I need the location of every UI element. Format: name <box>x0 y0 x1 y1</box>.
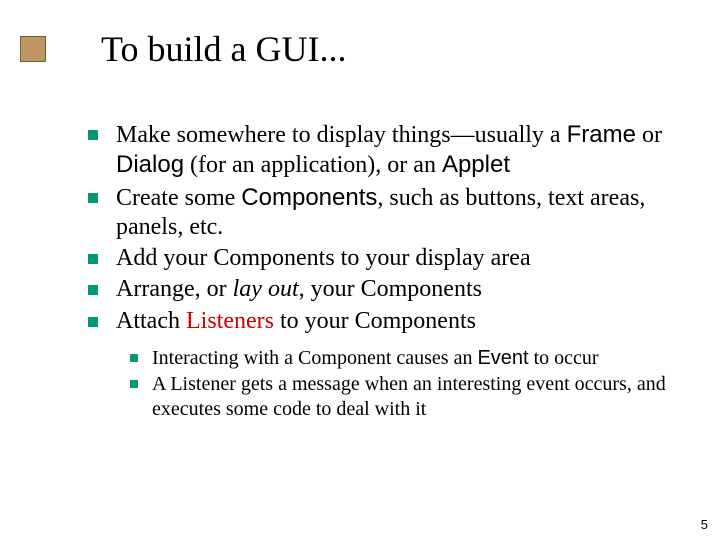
list-item-text: Make somewhere to display things—usually… <box>116 120 690 181</box>
text-run: Make somewhere to display things—usually… <box>116 122 567 148</box>
list-item: Add your Components to your display area <box>88 244 690 273</box>
sub-list: Interacting with a Component causes an E… <box>130 346 690 421</box>
square-bullet-icon <box>88 317 98 327</box>
page-number: 5 <box>701 517 708 532</box>
slide: To build a GUI... Make somewhere to disp… <box>0 0 720 540</box>
list-item: Interacting with a Component causes an E… <box>130 346 690 370</box>
text-run-code: Event <box>477 347 528 369</box>
list-item: A Listener gets a message when an intere… <box>130 372 690 421</box>
slide-body: Make somewhere to display things—usually… <box>88 120 690 423</box>
text-run-italic: lay out <box>233 276 299 302</box>
text-run: to occur <box>529 347 599 369</box>
text-run: Attach <box>116 308 186 334</box>
square-bullet-icon <box>130 380 138 388</box>
text-run: to your Components <box>274 308 476 334</box>
square-bullet-icon <box>88 193 98 203</box>
list-item-text: Interacting with a Component causes an E… <box>152 346 690 370</box>
list-item: Arrange, or lay out, your Components <box>88 275 690 304</box>
text-run: Arrange, or <box>116 276 233 302</box>
text-run-code: Dialog <box>116 151 184 178</box>
text-run: , your Components <box>299 276 482 302</box>
list-item: Attach Listeners to your Components <box>88 307 690 336</box>
title-row: To build a GUI... <box>0 28 346 70</box>
accent-square-icon <box>20 36 46 62</box>
square-bullet-icon <box>88 254 98 264</box>
text-run: A Listener gets a message when an intere… <box>152 373 666 419</box>
text-run-code: Applet <box>442 151 510 178</box>
list-item-text: Create some Components, such as buttons,… <box>116 183 690 243</box>
text-run: Create some <box>116 185 241 211</box>
square-bullet-icon <box>130 354 138 362</box>
list-item-text: Arrange, or lay out, your Components <box>116 275 690 304</box>
square-bullet-icon <box>88 130 98 140</box>
list-item-text: Attach Listeners to your Components <box>116 307 690 336</box>
square-bullet-icon <box>88 285 98 295</box>
list-item: Create some Components, such as buttons,… <box>88 183 690 243</box>
list-item: Make somewhere to display things—usually… <box>88 120 690 181</box>
text-run-code: Components <box>241 184 377 211</box>
list-item-text: Add your Components to your display area <box>116 244 690 273</box>
text-run: (for an application), or an <box>184 152 442 178</box>
text-run: or <box>636 122 662 148</box>
text-run-red: Listeners <box>186 308 274 334</box>
text-run: Interacting with a Component causes an <box>152 347 477 369</box>
slide-title: To build a GUI... <box>101 28 346 70</box>
text-run: Add your Components to your display area <box>116 245 531 271</box>
text-run-code: Frame <box>567 121 636 148</box>
list-item-text: A Listener gets a message when an intere… <box>152 372 690 421</box>
